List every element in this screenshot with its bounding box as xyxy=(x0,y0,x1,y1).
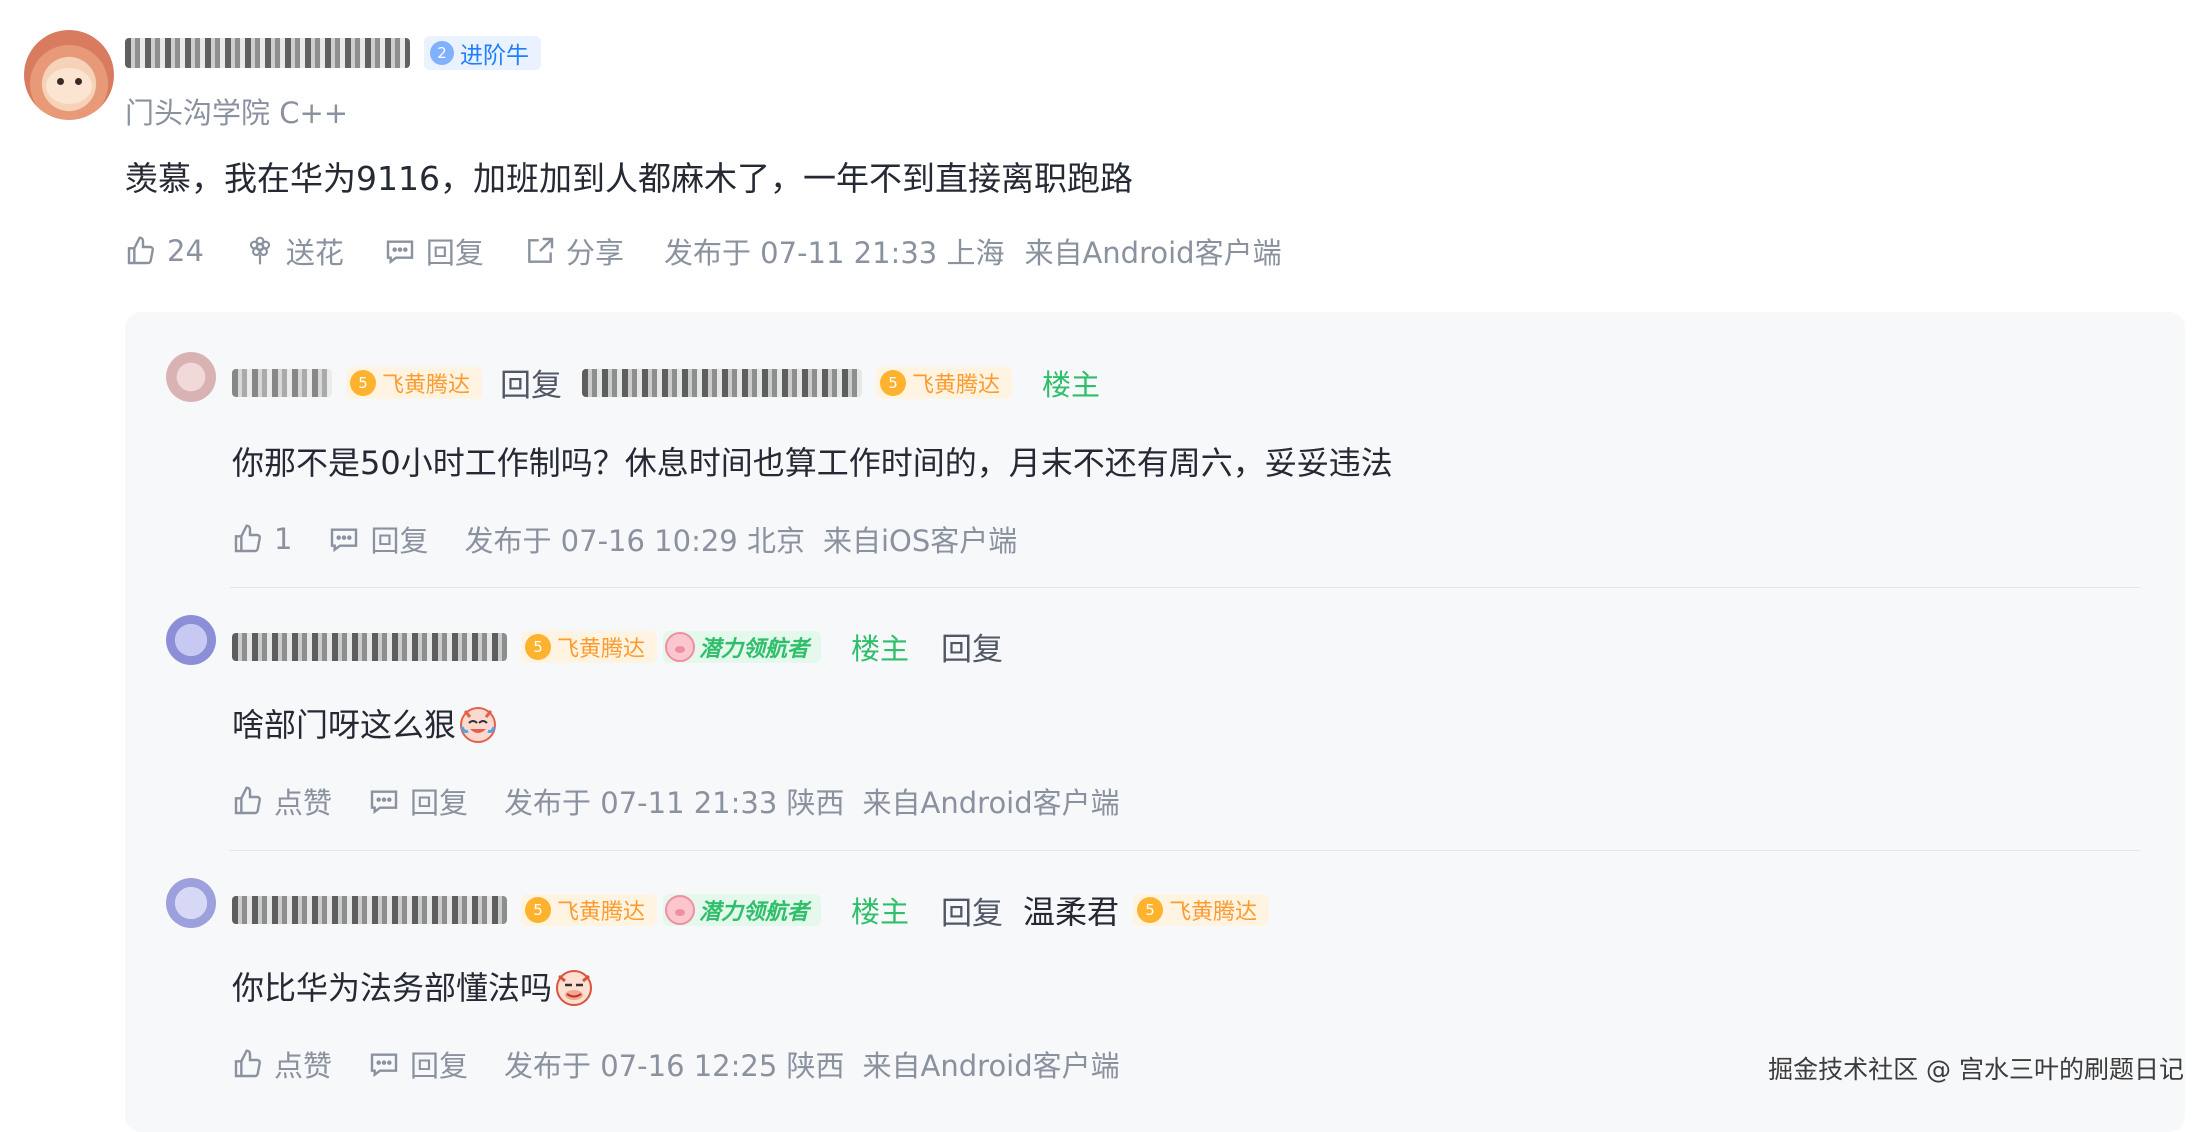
crying-laughing-emoji-icon xyxy=(460,707,497,743)
reply-avatar[interactable] xyxy=(166,615,216,665)
reply-publish-time: 发布于 07-11 21:33 陕西 xyxy=(504,786,845,820)
badge-number: 5 xyxy=(525,633,551,660)
target-gold-badge[interactable]: 5 飞黄腾达 xyxy=(876,366,1013,399)
reply-reply-label: 回复 xyxy=(370,524,429,558)
reply-content-line: 啥部门呀这么狠 xyxy=(232,700,500,746)
thumbs-up-icon xyxy=(127,236,154,265)
badge-label: 飞黄腾达 xyxy=(557,900,646,925)
share-icon xyxy=(528,237,554,263)
reply-target-name[interactable]: 温柔君 xyxy=(1023,887,1119,933)
reply-label: 回复 xyxy=(425,236,484,270)
replier-name-blurred[interactable] xyxy=(232,896,507,924)
target-badge-label: 飞黄腾达 xyxy=(1169,900,1258,925)
share-button[interactable]: 分享 xyxy=(524,230,624,272)
reply-avatar[interactable] xyxy=(166,878,216,928)
reply-like-text: 1 xyxy=(274,522,293,556)
reply-header: 5 飞黄腾达 回复 5 飞黄腾达 楼主 xyxy=(232,360,1100,405)
badge-number: 5 xyxy=(350,369,376,396)
like-count: 24 xyxy=(167,234,204,268)
replier-name-blurred[interactable] xyxy=(232,632,507,661)
reply-reply-button[interactable]: 回复 xyxy=(328,518,428,560)
comment-icon xyxy=(331,528,358,553)
reply-content-line: 你比华为法务部懂法吗 xyxy=(232,963,596,1009)
potential-badge[interactable]: 潜力领航者 xyxy=(663,630,822,663)
owner-tag: 楼主 xyxy=(1042,367,1101,402)
potential-badge[interactable]: 潜力领航者 xyxy=(663,894,822,926)
badge-label: 飞黄腾达 xyxy=(382,372,471,398)
gold-badge[interactable]: 5 飞黄腾达 xyxy=(346,366,483,399)
badge-label: 飞黄腾达 xyxy=(557,636,646,662)
reply-publish-time: 发布于 07-16 12:25 陕西 xyxy=(504,1049,845,1083)
share-label: 分享 xyxy=(565,236,624,270)
client-source: 来自Android客户端 xyxy=(1024,236,1282,270)
level-badge[interactable]: 2 进阶牛 xyxy=(424,36,541,70)
level-label: 进阶牛 xyxy=(460,43,529,69)
target-badge-number: 5 xyxy=(880,369,907,396)
pig-icon xyxy=(665,895,696,925)
gold-badge[interactable]: 5 飞黄腾达 xyxy=(521,630,658,663)
level-number: 2 xyxy=(430,41,454,65)
reply-action-bar: 点赞 回复 发布于 07-11 21:33 陕西 来自Android客户端 xyxy=(232,780,1120,822)
reply-like-text: 点赞 xyxy=(274,786,333,820)
watermark: 掘金技术社区 @ 宫水三叶的刷题日记 xyxy=(1768,1055,2184,1084)
reply-reply-label: 回复 xyxy=(410,1049,469,1083)
potential-label: 潜力领航者 xyxy=(699,900,810,925)
badge-number: 5 xyxy=(525,897,551,923)
flower-icon xyxy=(249,236,271,265)
author-header: 2 进阶牛 xyxy=(125,36,541,70)
reply-divider xyxy=(230,587,2140,588)
reply-publish-time: 发布于 07-16 10:29 北京 xyxy=(464,524,805,558)
potential-label: 潜力领航者 xyxy=(699,636,810,662)
reply-like-text: 点赞 xyxy=(274,1049,333,1083)
owner-tag: 楼主 xyxy=(851,895,910,929)
reply-header: 5 飞黄腾达 潜力领航者 楼主 回复 xyxy=(232,624,1003,669)
reply-like-button[interactable]: 点赞 xyxy=(232,1043,332,1085)
reply-reply-label: 回复 xyxy=(410,786,469,820)
publish-time: 发布于 07-11 21:33 上海 xyxy=(663,236,1005,270)
owner-tag: 楼主 xyxy=(851,631,910,666)
reply-like-button[interactable]: 点赞 xyxy=(232,780,332,822)
reply-to-word: 回复 xyxy=(941,632,1004,668)
gold-badge[interactable]: 5 飞黄腾达 xyxy=(521,894,658,926)
reply-reply-button[interactable]: 回复 xyxy=(368,780,468,822)
thumbs-up-icon xyxy=(234,524,261,553)
reply-client-source: 来自Android客户端 xyxy=(862,786,1120,820)
comment-action-bar: 24 送花 回复 分享 发布于 07-11 21:33 上海 来自Android… xyxy=(125,230,1282,272)
reply-action-bar: 点赞 回复 发布于 07-16 12:25 陕西 来自Android客户端 xyxy=(232,1043,1120,1085)
like-button[interactable]: 24 xyxy=(125,234,204,268)
comment-icon xyxy=(370,1053,398,1078)
thumbs-up-icon xyxy=(234,1049,261,1078)
reply-to-word: 回复 xyxy=(941,895,1004,932)
reply-button[interactable]: 回复 xyxy=(384,230,484,272)
send-flower-label: 送花 xyxy=(285,236,344,270)
reply-content: 你那不是50小时工作制吗？休息时间也算工作时间的，月末不还有周六，妥妥违法 xyxy=(232,444,1393,482)
reply-content: 你比华为法务部懂法吗 xyxy=(232,969,553,1007)
reply-target-name-blurred[interactable] xyxy=(582,368,863,397)
pig-icon xyxy=(665,631,696,662)
reply-action-bar: 1 回复 发布于 07-16 10:29 北京 来自iOS客户端 xyxy=(232,518,1017,560)
reply-reply-button[interactable]: 回复 xyxy=(368,1043,468,1085)
thumbs-up-icon xyxy=(234,786,261,815)
reply-like-button[interactable]: 1 xyxy=(232,522,292,556)
reply-client-source: 来自iOS客户端 xyxy=(822,524,1018,558)
comment-icon xyxy=(386,240,414,265)
reply-content: 啥部门呀这么狠 xyxy=(232,706,457,744)
reply-divider xyxy=(230,850,2140,851)
reply-client-source: 来自Android客户端 xyxy=(862,1049,1120,1083)
author-subtitle: 门头沟学院 C++ xyxy=(125,96,349,130)
target-gold-badge[interactable]: 5 飞黄腾达 xyxy=(1133,894,1270,926)
reply-avatar[interactable] xyxy=(166,352,216,402)
replier-name-blurred[interactable] xyxy=(232,368,332,397)
target-badge-label: 飞黄腾达 xyxy=(912,372,1001,398)
reply-to-word: 回复 xyxy=(500,368,563,404)
author-avatar[interactable] xyxy=(24,30,114,120)
comment-icon xyxy=(370,790,398,815)
comment-content: 羡慕，我在华为9116，加班加到人都麻木了，一年不到直接离职跑路 xyxy=(125,159,1133,198)
smirking-cow-emoji-icon xyxy=(556,970,593,1006)
author-name-blurred[interactable] xyxy=(125,38,410,68)
target-badge-number: 5 xyxy=(1137,897,1164,923)
reply-header: 5 飞黄腾达 潜力领航者 楼主 回复 温柔君 5 飞黄腾达 xyxy=(232,887,1270,933)
send-flower-button[interactable]: 送花 xyxy=(244,230,344,272)
